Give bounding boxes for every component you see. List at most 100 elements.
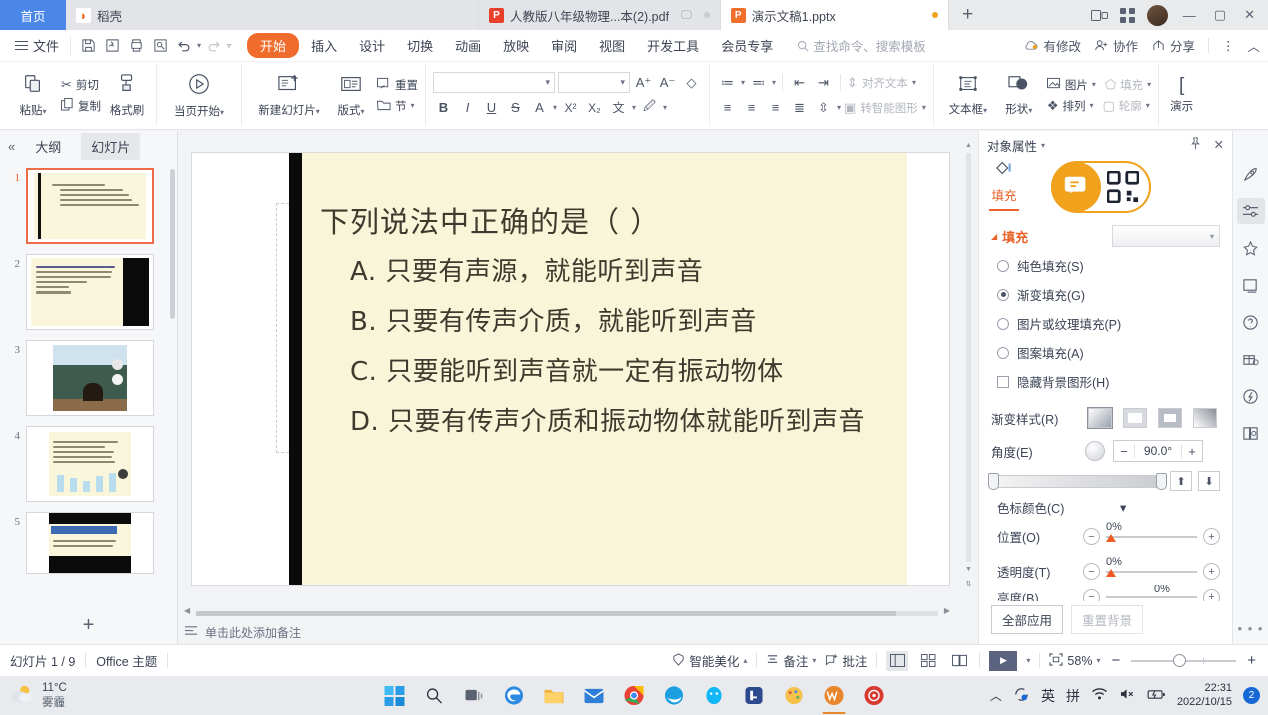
gift-icon[interactable]: [1237, 346, 1265, 372]
shapes-button[interactable]: 形状▾: [995, 74, 1043, 117]
ribbon-tab-slideshow[interactable]: 放映: [493, 33, 539, 58]
chrome-icon[interactable]: [621, 682, 648, 709]
present-button[interactable]: [ 演示: [1166, 76, 1197, 114]
scroll-left-icon[interactable]: ◀: [184, 606, 190, 615]
transparency-decrease-button[interactable]: −: [1083, 563, 1100, 580]
thumbnail-list[interactable]: 1 2: [0, 163, 177, 606]
properties-icon[interactable]: [1237, 198, 1265, 224]
fill-button[interactable]: ⬠ 填充▾: [1105, 77, 1151, 93]
gradient-stops-bar[interactable]: ⬆ ⬇: [991, 472, 1220, 490]
ime-chinese-icon[interactable]: 英: [1041, 686, 1055, 706]
gradient-style-rectangular[interactable]: [1158, 408, 1182, 428]
subscript-icon[interactable]: X₂: [584, 97, 605, 118]
align-left-icon[interactable]: ≡: [717, 97, 738, 118]
font-name-input[interactable]: ▾: [433, 72, 555, 93]
highlight-caret[interactable]: ▾: [663, 103, 667, 112]
align-text-button[interactable]: ⇕ 对齐文本▾: [847, 75, 916, 91]
radio-gradient[interactable]: [997, 289, 1009, 301]
smart-beautify-button[interactable]: 智能美化 ▴: [672, 651, 747, 670]
more-dots-icon[interactable]: • • •: [1238, 621, 1264, 636]
section-button[interactable]: 节▾: [377, 98, 418, 114]
tab-pdf[interactable]: P 人教版八年级物理...本(2).pdf 🖵: [479, 0, 721, 30]
qq-icon[interactable]: [701, 682, 728, 709]
hide-background-graphics-row[interactable]: 隐藏背景图形(H): [979, 367, 1232, 396]
taskbar-clock[interactable]: 22:31 2022/10/15: [1177, 682, 1232, 710]
wps-promo-banner[interactable]: [1051, 161, 1151, 213]
brightness-slider[interactable]: 0%: [1106, 596, 1197, 598]
windows-start-icon[interactable]: [381, 682, 408, 709]
ribbon-tab-view[interactable]: 视图: [589, 33, 635, 58]
mail-icon[interactable]: [581, 682, 608, 709]
fill-option-pattern[interactable]: 图案填充(A): [979, 338, 1232, 367]
ribbon-tab-start[interactable]: 开始: [247, 33, 299, 58]
thumbnail-preview[interactable]: [26, 254, 154, 330]
remove-gradient-stop-icon[interactable]: ⬇: [1198, 471, 1220, 491]
slide-editor[interactable]: 下列说法中正确的是（ ） A. 只要有声源，就能听到声音 B. 只要有传声介质，…: [192, 153, 949, 585]
paste-button[interactable]: 粘贴▾: [11, 73, 55, 118]
scroll-up-icon[interactable]: ▲: [963, 139, 974, 152]
print-preview-icon[interactable]: [149, 35, 171, 57]
gradient-style-linear[interactable]: [1088, 408, 1112, 428]
slide-sorter-icon[interactable]: [917, 651, 939, 671]
bullets-caret[interactable]: ▾: [741, 78, 745, 87]
taskbar-weather[interactable]: 11°C 雾霾: [8, 681, 67, 710]
ribbon-tab-developer[interactable]: 开发工具: [637, 33, 709, 58]
close-icon[interactable]: ✕: [1214, 137, 1224, 153]
book-search-icon[interactable]: [1237, 420, 1265, 446]
ribbon-collapse-button[interactable]: ︿: [1247, 36, 1260, 55]
close-button[interactable]: ✕: [1241, 7, 1258, 23]
fill-section-header[interactable]: ◢ 填充 ▾: [979, 217, 1232, 251]
zoom-in-button[interactable]: +: [1245, 652, 1258, 669]
theme-label[interactable]: Office 主题: [96, 651, 157, 670]
decrease-indent-icon[interactable]: ⇤: [789, 72, 810, 93]
tab-docer[interactable]: ◗ 稻壳: [66, 0, 479, 30]
gradient-preview[interactable]: [991, 475, 1164, 488]
thumbnail-preview[interactable]: [26, 168, 154, 244]
ribbon-tab-member[interactable]: 会员专享: [711, 33, 783, 58]
scroll-down-icon[interactable]: ▼: [963, 563, 974, 576]
collaborate-button[interactable]: 协作: [1094, 36, 1138, 55]
print-icon[interactable]: [125, 35, 147, 57]
ribbon-tab-insert[interactable]: 插入: [301, 33, 347, 58]
new-slide-button[interactable]: 新建幻灯片▾: [249, 73, 329, 118]
brightness-decrease-button[interactable]: −: [1083, 589, 1100, 602]
fill-color-picker[interactable]: ▾: [1112, 225, 1220, 247]
smart-beautify-caret[interactable]: ▴: [743, 656, 747, 665]
ribbon-tab-animation[interactable]: 动画: [445, 33, 491, 58]
angle-spinner[interactable]: − 90.0° +: [1113, 440, 1203, 462]
slide-transfer-icon[interactable]: [1237, 272, 1265, 298]
thumbnail-preview[interactable]: [26, 512, 154, 574]
format-painter-button[interactable]: 格式刷: [105, 73, 149, 118]
outline-button[interactable]: ▢ 轮廓▾: [1103, 98, 1150, 114]
grid-apps-icon[interactable]: [1120, 8, 1135, 23]
fill-option-solid[interactable]: 纯色填充(S): [979, 251, 1232, 280]
canvas-horizontal-scrollbar[interactable]: ◀ ▶: [184, 608, 950, 618]
thumbnail-preview[interactable]: [26, 340, 154, 416]
angle-value[interactable]: 90.0°: [1134, 444, 1182, 458]
help-icon[interactable]: [1237, 309, 1265, 335]
fill-option-picture[interactable]: 图片或纹理填充(P): [979, 309, 1232, 338]
hide-bg-checkbox[interactable]: [997, 376, 1009, 388]
ribbon-tab-transition[interactable]: 切换: [397, 33, 443, 58]
highlight-icon[interactable]: 🖉: [639, 97, 660, 118]
undo-icon[interactable]: [173, 35, 195, 57]
text-color-caret[interactable]: ▾: [553, 103, 557, 112]
wps-icon[interactable]: [821, 682, 848, 709]
comments-button[interactable]: 批注: [825, 651, 867, 670]
slide-content-image[interactable]: 下列说法中正确的是（ ） A. 只要有声源，就能听到声音 B. 只要有传声介质，…: [302, 153, 907, 585]
lastpass-icon[interactable]: [741, 682, 768, 709]
gradient-style-radial[interactable]: [1123, 408, 1147, 428]
netease-icon[interactable]: [861, 682, 888, 709]
thumbnail-item[interactable]: 5: [0, 507, 177, 579]
thumbnail-item[interactable]: 4: [0, 421, 177, 507]
tab-fill[interactable]: 填充: [989, 159, 1019, 211]
bullets-icon[interactable]: ≔: [717, 72, 738, 93]
gradient-stop-start[interactable]: [988, 473, 999, 490]
arrange-button[interactable]: ❖ 排列▾: [1047, 98, 1094, 114]
menu-more-button[interactable]: ⋮: [1222, 38, 1235, 53]
convert-smartart-button[interactable]: ▣ 转智能图形▾: [844, 100, 926, 116]
position-decrease-button[interactable]: −: [1083, 528, 1100, 545]
layout-button[interactable]: 版式▾: [329, 73, 373, 118]
gradient-style-path[interactable]: [1193, 408, 1217, 428]
cast-icon[interactable]: 🖵: [681, 9, 692, 22]
